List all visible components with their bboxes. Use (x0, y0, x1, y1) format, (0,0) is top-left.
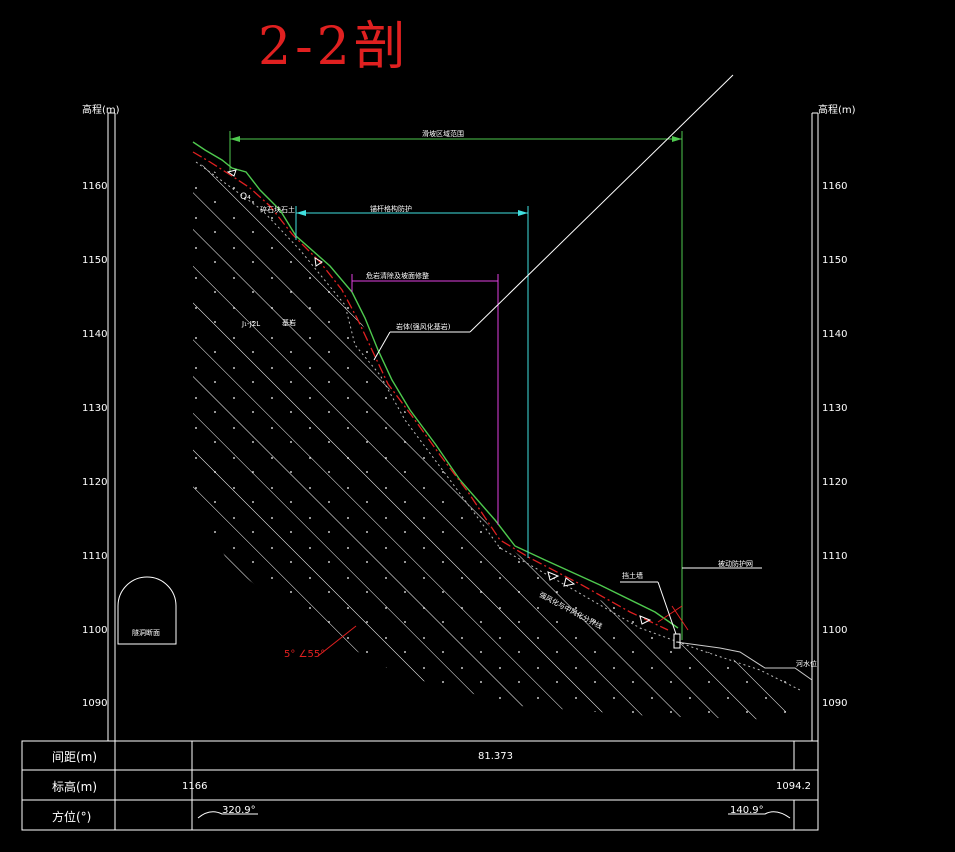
elevation-label-right: 高程(m) (818, 105, 856, 116)
tick-label: 1130 (822, 403, 848, 414)
azimuth-start-value: 320.9° (222, 805, 256, 816)
elevation-label-left: 高程(m) (82, 105, 120, 116)
retaining-wall-label: 挡土墙 (622, 572, 643, 580)
section-drawing (21, 74, 819, 831)
top-soil-label: 碎石块石土 (260, 206, 295, 214)
azimuth-end-value: 140.9° (730, 805, 764, 816)
tick-label: 1090 (822, 698, 848, 709)
right-elevation-ruler (811, 112, 819, 741)
tick-label: 1160 (82, 181, 108, 192)
section-title: 2-2剖 (258, 17, 410, 77)
span-magenta-label: 危岩清除及坡面修整 (366, 272, 429, 280)
span-cyan-label: 锚杆格构防护 (370, 205, 412, 213)
tick-label: 1160 (822, 181, 848, 192)
tunnel-label: 隧洞断面 (132, 629, 160, 637)
tick-label: 1140 (82, 329, 108, 340)
spacing-value: 81.373 (478, 751, 513, 762)
left-elevation-ruler (107, 112, 116, 741)
tick-label: 1150 (82, 255, 108, 266)
tick-label: 1140 (822, 329, 848, 340)
span-green-label: 滑坡区域范围 (422, 130, 464, 138)
bedrock-label: 基岩 (282, 319, 296, 327)
leader-line (469, 74, 734, 333)
q4-label: Q₄ (240, 192, 251, 202)
water-level-label: 河水位 (796, 660, 817, 668)
tick-label: 1130 (82, 403, 108, 414)
rock-unit-label: J₁-J2L (242, 320, 261, 328)
tick-label: 1120 (822, 477, 848, 488)
slope-angle-label: 5° ∠55° (284, 649, 326, 660)
tick-label: 1110 (82, 551, 108, 562)
elevation-end-value: 1094.2 (776, 781, 811, 792)
tick-label: 1120 (82, 477, 108, 488)
tick-label: 1100 (822, 625, 848, 636)
tick-label: 1150 (822, 255, 848, 266)
table-row-label-elevation: 标高(m) (52, 780, 98, 794)
info-table-grid (21, 740, 819, 831)
tick-label: 1090 (82, 698, 108, 709)
tick-label: 1110 (822, 551, 848, 562)
table-row-label-azimuth: 方位(°) (52, 810, 92, 824)
tick-label: 1100 (82, 625, 108, 636)
elevation-start-value: 1166 (182, 781, 208, 792)
leader-label: 岩体(强风化基岩) (396, 323, 451, 331)
protection-net-label: 被动防护网 (718, 560, 753, 568)
table-row-label-spacing: 间距(m) (52, 750, 98, 764)
